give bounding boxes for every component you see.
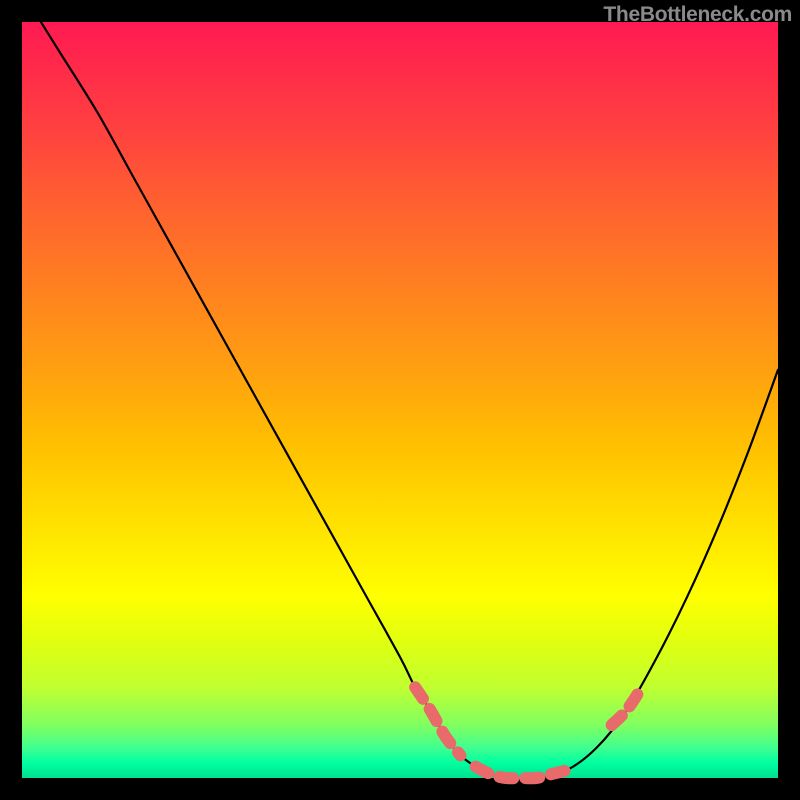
curve-layer [22,22,778,778]
highlight-segment [415,687,460,755]
highlight-segments [415,687,642,778]
highlight-segment [612,687,642,725]
highlight-segment [476,767,567,779]
plot-area [22,22,778,778]
chart-container: TheBottleneck.com [0,0,800,800]
bottleneck-curve [22,0,778,779]
